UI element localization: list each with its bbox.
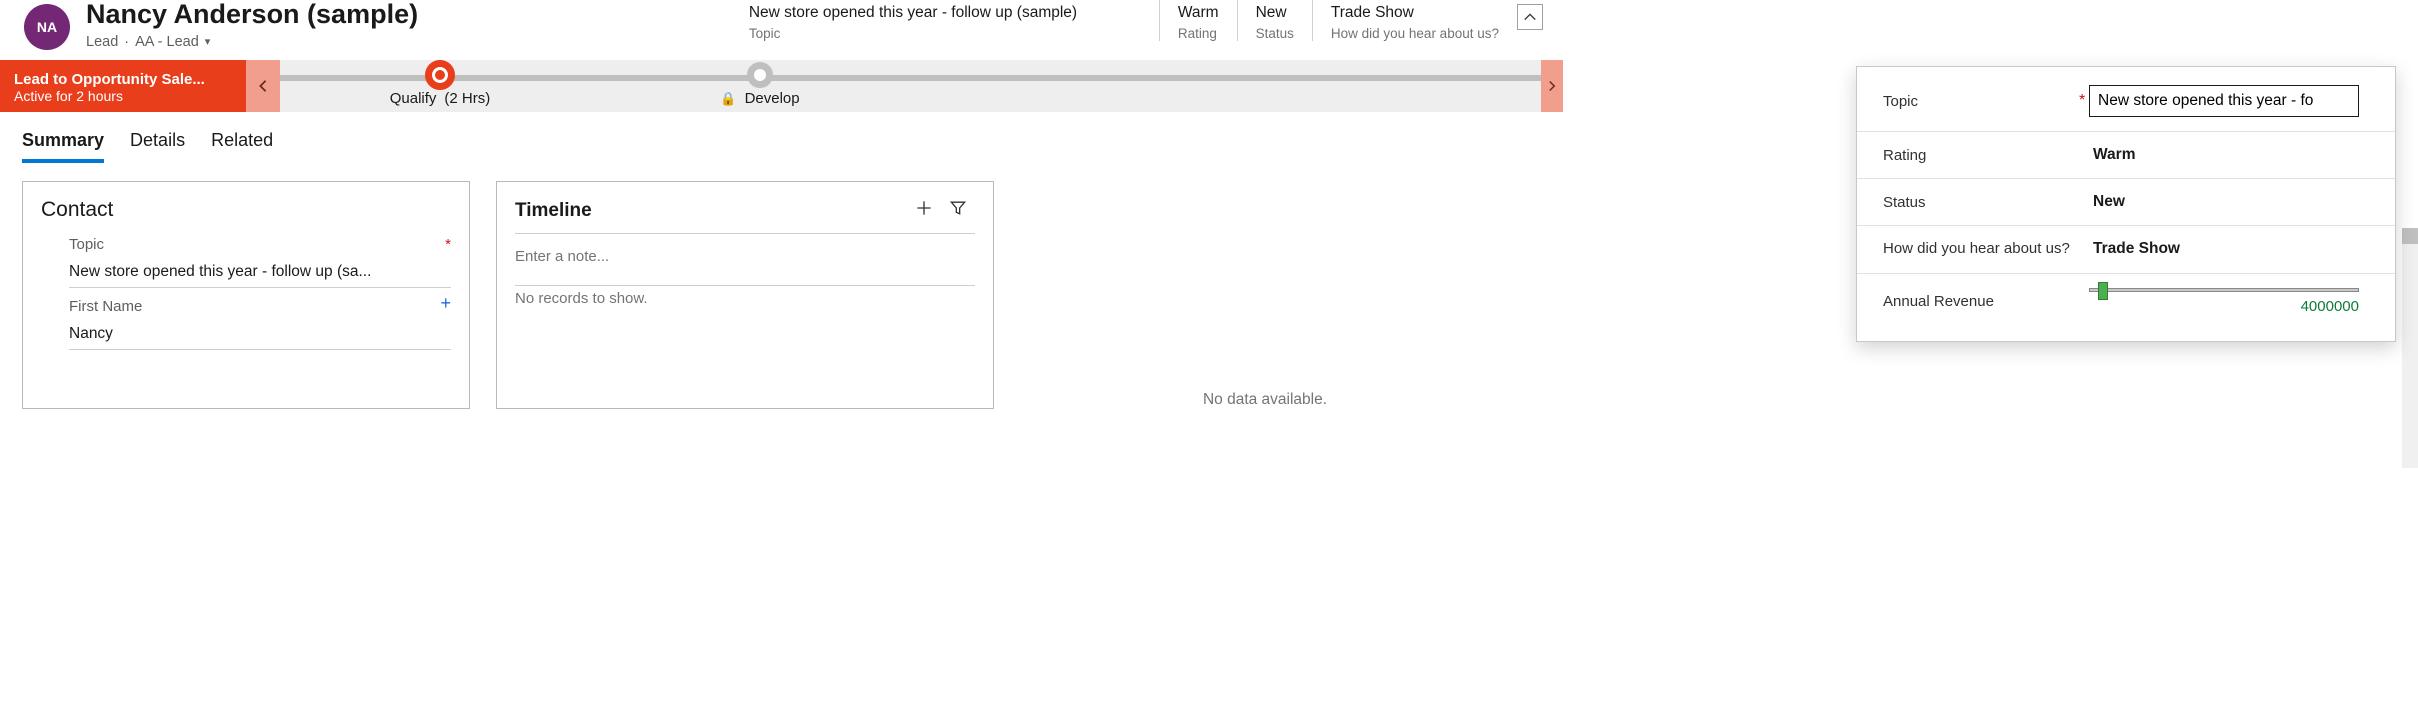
field-label: First Name <box>69 298 142 315</box>
process-name: Lead to Opportunity Sale... <box>14 71 234 88</box>
timeline-section: Timeline Enter a note... No records to s… <box>496 181 994 409</box>
stage-duration: (2 Hrs) <box>444 90 490 107</box>
flyout-label: How did you hear about us? <box>1883 240 2073 259</box>
flyout-row-status[interactable]: Status New <box>1857 179 2395 226</box>
flyout-row-topic: Topic * <box>1857 71 2395 132</box>
stage-dot-active <box>425 60 455 90</box>
header-field-rating-label: Rating <box>1178 26 1219 41</box>
record-header: NA Nancy Anderson (sample) Lead · AA - L… <box>0 0 1563 60</box>
avatar: NA <box>24 4 70 50</box>
entity-label: Lead <box>86 34 118 50</box>
field-value[interactable]: New store opened this year - follow up (… <box>69 263 451 281</box>
field-value[interactable]: Nancy <box>69 325 451 343</box>
chevron-down-icon[interactable]: ▾ <box>205 35 211 48</box>
lock-icon: 🔒 <box>720 91 736 107</box>
form-tabs: Summary Details Related <box>0 112 1563 163</box>
flyout-value[interactable]: Trade Show <box>2089 240 2375 258</box>
scrollbar-thumb[interactable] <box>2402 228 2418 244</box>
field-underline <box>69 349 451 350</box>
collapse-header-button[interactable] <box>1517 4 1543 30</box>
revenue-slider[interactable] <box>2089 288 2359 292</box>
header-field-topic-value[interactable]: New store opened this year - follow up (… <box>749 4 1141 22</box>
header-field-hear-value[interactable]: Trade Show <box>1331 4 1499 22</box>
required-mark: * <box>2079 92 2089 110</box>
header-field-topic-label: Topic <box>749 26 1141 41</box>
field-label: Topic <box>69 236 104 253</box>
flyout-label: Status <box>1883 194 2073 211</box>
stage-label: Develop <box>745 90 800 107</box>
no-data-text: No data available. <box>1020 391 1510 409</box>
flyout-row-hear[interactable]: How did you hear about us? Trade Show <box>1857 226 2395 274</box>
process-name-block[interactable]: Lead to Opportunity Sale... Active for 2… <box>0 60 246 112</box>
right-column: No data available. <box>1020 181 1510 409</box>
header-field-status-value[interactable]: New <box>1256 4 1294 22</box>
form-switcher-label[interactable]: AA - Lead <box>135 34 199 50</box>
timeline-heading: Timeline <box>515 200 907 222</box>
header-flyout-panel: Topic * Rating Warm Status New How did y… <box>1856 66 2396 342</box>
stage-develop[interactable]: 🔒 Develop <box>600 60 920 88</box>
process-track: Qualify (2 Hrs) 🔒 Develop <box>280 60 1563 112</box>
slider-handle[interactable] <box>2098 282 2108 300</box>
form-body: Contact Topic * New store opened this ye… <box>0 163 1563 409</box>
revenue-value: 4000000 <box>2301 298 2359 315</box>
chevron-right-icon <box>1546 80 1558 92</box>
flyout-row-revenue[interactable]: Annual Revenue 4000000 <box>1857 274 2395 329</box>
scrollbar-track[interactable] <box>2402 228 2418 468</box>
separator-dot: · <box>124 34 129 50</box>
tab-related[interactable]: Related <box>211 130 273 163</box>
flyout-label: Rating <box>1883 147 2073 164</box>
field-underline <box>69 287 451 288</box>
plus-icon <box>914 198 934 218</box>
flyout-topic-input[interactable] <box>2089 85 2359 117</box>
process-next-button[interactable] <box>1541 60 1563 112</box>
note-input[interactable]: Enter a note... <box>515 234 975 275</box>
flyout-value[interactable]: Warm <box>2089 146 2375 164</box>
timeline-empty-text: No records to show. <box>515 286 975 307</box>
stage-qualify[interactable]: Qualify (2 Hrs) <box>280 60 600 90</box>
required-mark: * <box>445 236 451 253</box>
filter-timeline-button[interactable] <box>941 198 975 223</box>
contact-section: Contact Topic * New store opened this ye… <box>22 181 470 409</box>
record-title: Nancy Anderson (sample) <box>86 0 646 30</box>
flyout-row-rating[interactable]: Rating Warm <box>1857 132 2395 179</box>
flyout-label: Annual Revenue <box>1883 293 2073 310</box>
header-field-rating-value[interactable]: Warm <box>1178 4 1219 22</box>
record-subtitle[interactable]: Lead · AA - Lead ▾ <box>86 34 646 50</box>
header-field-status-label: Status <box>1256 26 1294 41</box>
chevron-left-icon <box>256 79 270 93</box>
chevron-up-icon <box>1523 10 1537 24</box>
flyout-label: Topic <box>1883 93 2073 110</box>
stage-dot <box>747 62 773 88</box>
business-process-flow: Lead to Opportunity Sale... Active for 2… <box>0 60 1563 112</box>
tab-summary[interactable]: Summary <box>22 130 104 163</box>
process-prev-button[interactable] <box>246 60 280 112</box>
tab-details[interactable]: Details <box>130 130 185 163</box>
contact-heading: Contact <box>41 198 451 222</box>
header-field-hear-label: How did you hear about us? <box>1331 26 1499 41</box>
recommended-mark: + <box>440 298 451 315</box>
process-active-duration: Active for 2 hours <box>14 88 234 104</box>
stage-label: Qualify <box>390 90 437 107</box>
filter-icon <box>948 198 968 218</box>
header-fields: New store opened this year - follow up (… <box>749 0 1543 41</box>
field-topic[interactable]: Topic * New store opened this year - fol… <box>41 236 451 298</box>
field-first-name[interactable]: First Name + Nancy <box>41 298 451 360</box>
add-timeline-button[interactable] <box>907 198 941 223</box>
flyout-value[interactable]: New <box>2089 193 2375 211</box>
